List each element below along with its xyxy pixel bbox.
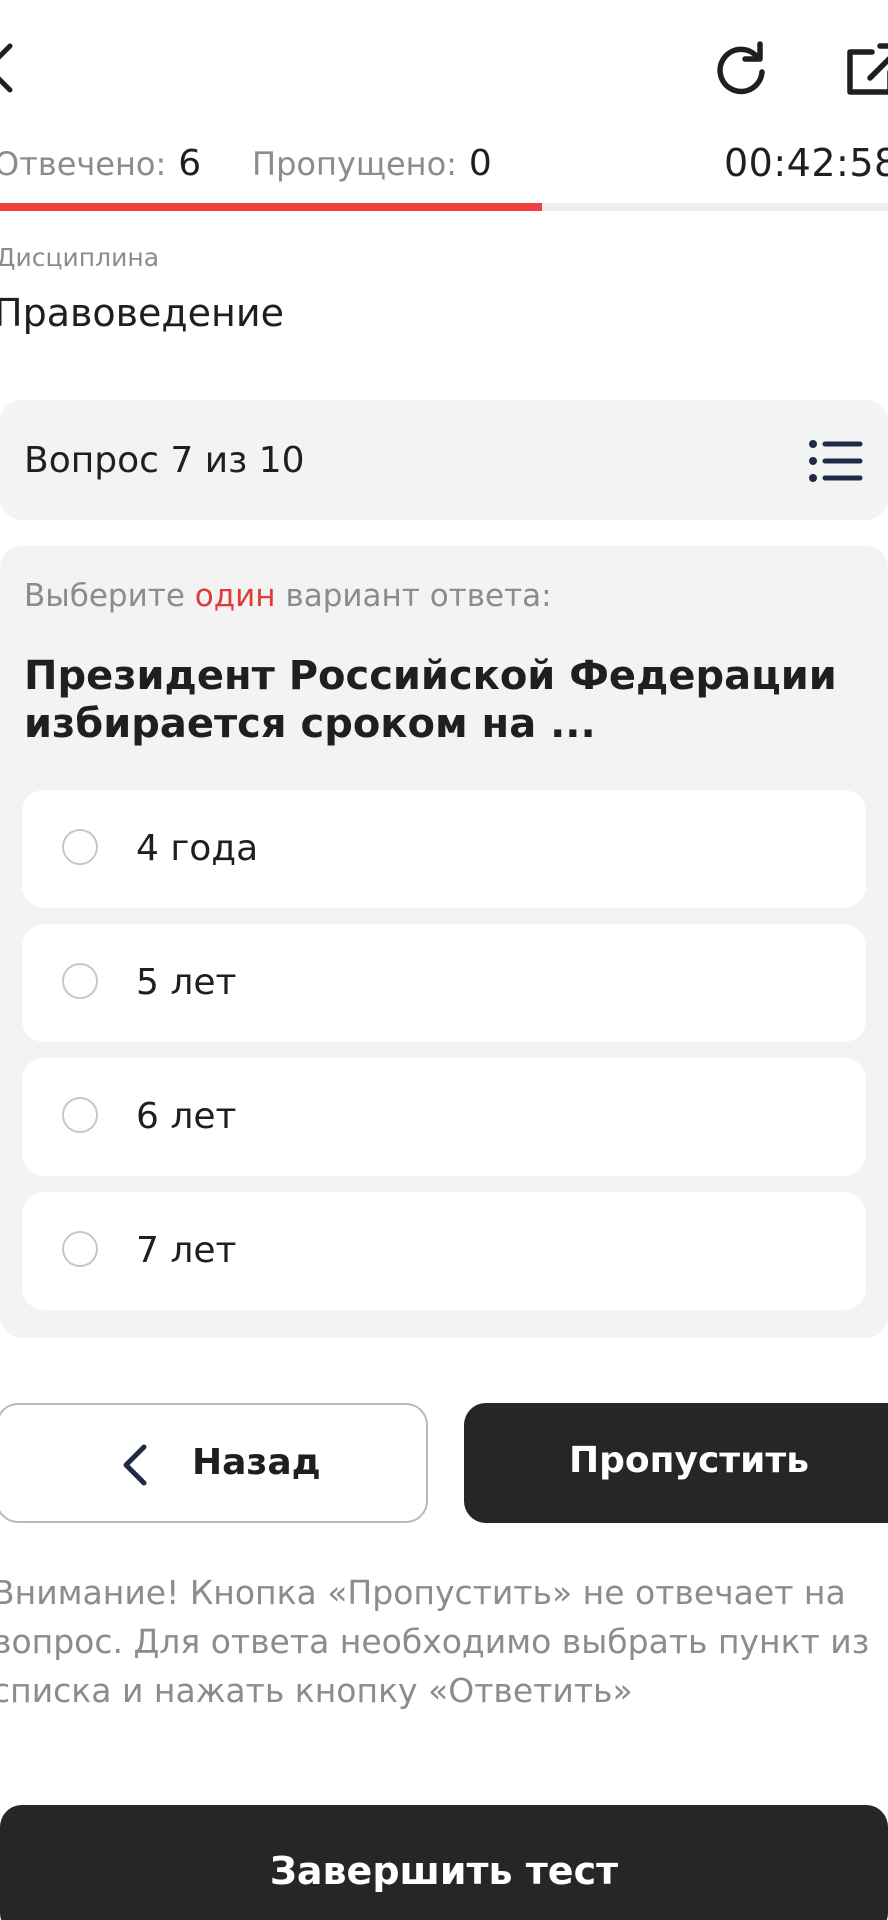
answered-counter: Отвечено: 6: [0, 142, 201, 186]
progress-bar: [0, 203, 888, 211]
radio-button[interactable]: [62, 1097, 98, 1133]
timer: 00:42:58: [724, 141, 888, 185]
option-label: 6 лет: [136, 1096, 237, 1137]
external-link-icon[interactable]: [846, 42, 888, 96]
answered-label: Отвечено:: [0, 145, 167, 183]
answer-option[interactable]: 6 лет: [22, 1058, 866, 1176]
refresh-icon[interactable]: [712, 38, 770, 96]
radio-button[interactable]: [62, 829, 98, 865]
radio-button[interactable]: [62, 963, 98, 999]
question-header: Вопрос 7 из 10: [0, 400, 888, 520]
skipped-value: 0: [468, 143, 492, 184]
skip-notice: Внимание! Кнопка «Пропустить» не отвечае…: [0, 1573, 870, 1710]
answer-option[interactable]: 4 года: [22, 790, 866, 908]
back-button[interactable]: Назад: [0, 1403, 428, 1523]
answered-value: 6: [178, 143, 202, 184]
discipline-label: Дисциплина: [0, 243, 160, 272]
quiz-screen: Отвечено: 6 Пропущено: 0 00:42:58 Дисципли…: [0, 0, 888, 1920]
skip-button-label: Пропустить: [569, 1440, 810, 1481]
chevron-left-icon[interactable]: [0, 38, 20, 98]
question-counter: Вопрос 7 из 10: [24, 440, 305, 481]
answer-option[interactable]: 7 лет: [22, 1192, 866, 1310]
skip-button[interactable]: Пропустить: [464, 1403, 888, 1523]
back-button-label: Назад: [192, 1442, 321, 1483]
discipline-value: Правоведение: [0, 291, 284, 335]
skipped-label: Пропущено:: [252, 145, 457, 183]
skipped-counter: Пропущено: 0: [252, 142, 492, 186]
instruction-text-start: Выберите: [24, 578, 185, 614]
instruction-accent: один: [194, 578, 276, 614]
finish-test-button[interactable]: Завершить тест: [0, 1805, 888, 1920]
answer-instruction: Выберите один вариант ответа:: [24, 576, 552, 616]
chevron-left-icon: [123, 1444, 147, 1486]
option-label: 5 лет: [136, 962, 237, 1003]
option-label: 7 лет: [136, 1230, 237, 1271]
finish-test-label: Завершить тест: [269, 1849, 619, 1893]
question-card: Выберите один вариант ответа: Президент …: [0, 546, 888, 1338]
instruction-text-end: вариант ответа:: [285, 578, 552, 614]
answer-option[interactable]: 5 лет: [22, 924, 866, 1042]
radio-button[interactable]: [62, 1231, 98, 1267]
progress-fill: [0, 203, 542, 211]
list-icon[interactable]: [808, 438, 864, 484]
option-label: 4 года: [136, 828, 259, 869]
question-text: Президент Российской Федерации избираетс…: [24, 653, 837, 747]
